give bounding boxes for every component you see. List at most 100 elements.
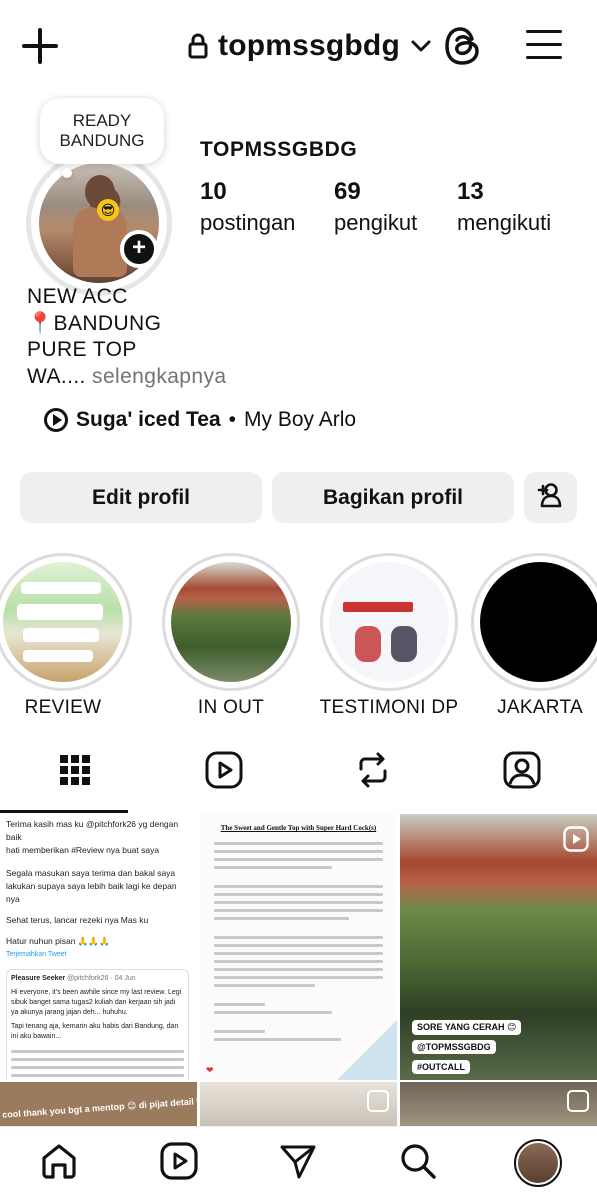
highlight-label: REVIEW (24, 697, 102, 718)
like-icon: ❤ (206, 1065, 214, 1075)
reel-indicator-icon (563, 826, 589, 857)
highlight-label: JAKARTA (497, 697, 583, 718)
display-name: TOPMSSGBDG (200, 138, 358, 161)
note-line-1: READY (72, 111, 132, 130)
post-tile[interactable]: cool thank you bgt a mentop 😊 di pijat d… (0, 1082, 197, 1126)
note-bubble-tail (62, 168, 72, 178)
edit-profile-button[interactable]: Edit profil (20, 472, 262, 523)
top-bar: topmssgbdg (0, 0, 597, 92)
reposts-icon (355, 751, 391, 794)
post-tile[interactable]: Terima kasih mas ku @pitchfork26 yg deng… (0, 814, 197, 1080)
account-switcher[interactable]: topmssgbdg (188, 24, 432, 68)
nav-reels[interactable] (157, 1141, 201, 1185)
chevron-down-icon (410, 39, 432, 53)
post-tile[interactable]: The Sweet and Gentle Top with Super Hard… (200, 814, 397, 1080)
carousel-icon (367, 1090, 389, 1112)
translate-link: Terjemahkan Tweet (6, 951, 67, 958)
bio-line: NEW ACC (27, 285, 128, 308)
nav-profile[interactable] (512, 1137, 564, 1189)
nav-home[interactable] (37, 1141, 81, 1185)
post-tile[interactable] (400, 1082, 597, 1126)
highlight-label: IN OUT (197, 697, 265, 718)
post-doc-title: The Sweet and Gentle Top with Super Hard… (220, 824, 377, 832)
highlight-ring (471, 553, 597, 691)
share-profile-button[interactable]: Bagikan profil (272, 472, 514, 523)
following-stat[interactable]: 13 mengikuti (457, 178, 551, 236)
highlight-review[interactable]: REVIEW (0, 553, 133, 719)
profile-music[interactable]: Suga' iced Tea • My Boy Arlo (44, 408, 356, 432)
post-text-line: Segala masukan saya terima dan bakal say… (6, 868, 176, 878)
add-person-icon (536, 482, 566, 514)
story-sticker: #OUTCALL (412, 1060, 470, 1074)
tagged-icon (503, 751, 541, 794)
posts-stat[interactable]: 10 postingan (200, 178, 295, 236)
highlight-ring (320, 553, 458, 691)
bio-line: PURE TOP (27, 338, 137, 361)
bio-line-truncated: WA.... selengkapnya (27, 364, 226, 391)
home-icon (39, 1141, 79, 1186)
note-line-2: BANDUNG (59, 131, 145, 150)
quote-text-2: Tapi tenang aja, kemarin aku habis dari … (11, 1023, 179, 1040)
grid-icon (59, 754, 91, 791)
story-sticker: SORE YANG CERAH 😊 (412, 1020, 522, 1035)
menu-icon[interactable] (526, 28, 562, 60)
profile-avatar (514, 1139, 562, 1187)
highlight-thumbnail (171, 562, 291, 682)
tab-posts[interactable] (0, 732, 149, 812)
following-count: 13 (457, 178, 484, 205)
post-tile[interactable] (200, 1082, 397, 1126)
bio-line-text: WA.... (27, 364, 86, 388)
active-tab-indicator (0, 810, 128, 813)
highlight-ring (162, 553, 300, 691)
bio-line: 📍BANDUNG (27, 311, 162, 335)
bottom-nav (0, 1126, 597, 1200)
music-title: Suga' iced Tea (76, 408, 221, 431)
quote-author: Pleasure Seeker (11, 975, 66, 982)
profile-username: topmssgbdg (218, 29, 400, 62)
profile-tabs (0, 732, 597, 814)
quote-text: Hi everyone, it's been awhile since my l… (11, 989, 182, 1016)
highlight-testimoni-dp[interactable]: TESTIMONI DP (319, 553, 459, 719)
quote-handle: @pitchfork26 · 04 Jun (67, 975, 136, 982)
tab-reposts[interactable] (298, 732, 447, 812)
followers-stat[interactable]: 69 pengikut (334, 178, 417, 236)
post-text-line: lakukan supaya saya lebih baik lagi ke d… (6, 881, 177, 904)
post-text-line: Sehat terus, lancar rezeki nya Mas ku (6, 915, 149, 925)
highlight-label: TESTIMONI DP (319, 697, 459, 718)
post-text-line: Terima kasih mas ku @pitchfork26 yg deng… (6, 819, 179, 842)
lock-icon (188, 33, 208, 59)
profile-note[interactable]: READY BANDUNG (40, 98, 164, 164)
plus-icon[interactable] (22, 28, 58, 64)
post-text-line: hati memberikan #Review nya buat saya (6, 845, 160, 855)
see-more-link[interactable]: selengkapnya (92, 365, 226, 388)
tab-tagged[interactable] (447, 732, 596, 812)
nav-search[interactable] (396, 1141, 440, 1185)
followers-count: 69 (334, 178, 361, 205)
carousel-icon (567, 1090, 589, 1112)
discover-people-button[interactable] (524, 472, 577, 523)
tab-reels[interactable] (149, 732, 298, 812)
threads-icon[interactable] (443, 25, 483, 72)
search-icon (399, 1142, 437, 1185)
profile-avatar-ring[interactable]: 😎 (26, 150, 172, 296)
music-artist: My Boy Arlo (244, 408, 357, 431)
followers-label: pengikut (334, 210, 418, 235)
highlight-thumbnail (329, 562, 449, 682)
post-text-line: Hatur nuhun pisan 🙏🙏🙏 (6, 936, 110, 946)
highlight-in-out[interactable]: IN OUT (161, 553, 301, 719)
post-caption-overlay: cool thank you bgt a mentop 😊 di pijat d… (1, 1090, 197, 1120)
send-icon (279, 1142, 317, 1185)
add-story-icon[interactable]: + (120, 230, 158, 268)
following-label: mengikuti (457, 210, 552, 235)
nav-messages[interactable] (276, 1141, 320, 1185)
bio: NEW ACC 📍BANDUNG PURE TOP WA.... selengk… (27, 284, 226, 390)
play-icon (44, 408, 68, 432)
reels-icon (160, 1141, 198, 1185)
music-separator: • (228, 408, 237, 431)
posts-count: 10 (200, 178, 227, 205)
quoted-tweet: Pleasure Seeker @pitchfork26 · 04 Jun Hi… (6, 969, 189, 1080)
posts-grid: Terima kasih mas ku @pitchfork26 yg deng… (0, 814, 597, 1126)
post-tile[interactable]: SORE YANG CERAH 😊 @TOPMSSGBDG #OUTCALL (400, 814, 597, 1080)
highlight-thumbnail (480, 562, 597, 682)
highlight-jakarta[interactable]: JAKARTA (470, 553, 597, 719)
